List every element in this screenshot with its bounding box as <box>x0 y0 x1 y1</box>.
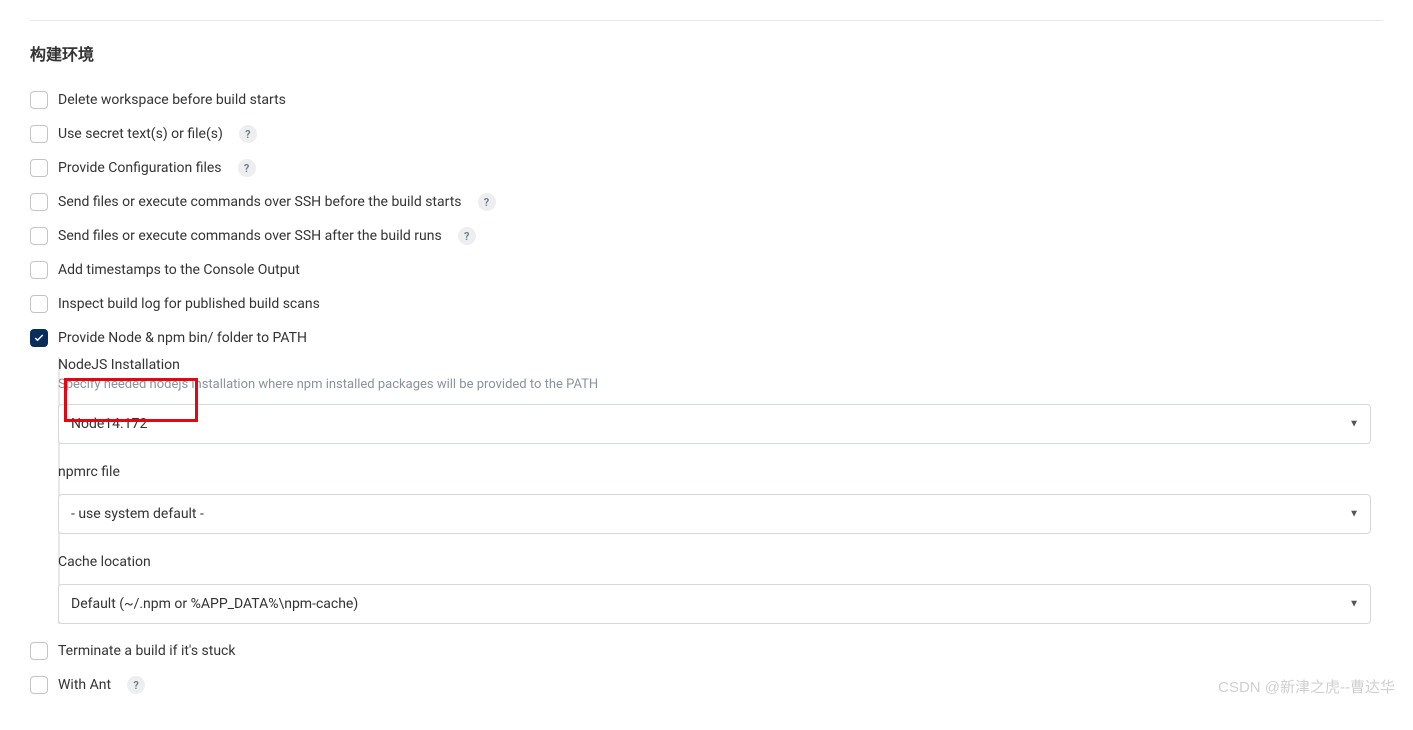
cache-location-label: Cache location <box>58 554 1371 570</box>
section-title: 构建环境 <box>30 41 1383 65</box>
cache-location-select-wrap: Default (~/.npm or %APP_DATA%\npm-cache)… <box>58 584 1371 624</box>
checkbox-ssh-before[interactable] <box>30 193 48 211</box>
checkbox-label: With Ant <box>58 677 111 693</box>
checkbox-provide-node[interactable] <box>30 329 48 347</box>
help-icon[interactable]: ? <box>458 227 476 245</box>
checkbox-label: Send files or execute commands over SSH … <box>58 194 462 210</box>
nodejs-installation-desc: Specify needed nodejs installation where… <box>58 377 1371 392</box>
nodejs-installation-select[interactable]: Node14.172 <box>58 404 1371 444</box>
checkbox-row-terminate-stuck: Terminate a build if it's stuck <box>30 642 1383 660</box>
checkbox-ssh-after[interactable] <box>30 227 48 245</box>
checkbox-row-ssh-before: Send files or execute commands over SSH … <box>30 193 1383 211</box>
cache-location-select[interactable]: Default (~/.npm or %APP_DATA%\npm-cache) <box>58 584 1371 624</box>
checkbox-row-with-ant: With Ant ? <box>30 676 1383 694</box>
checkbox-use-secret[interactable] <box>30 125 48 143</box>
npmrc-select-wrap: - use system default - ▼ <box>58 494 1371 534</box>
checkbox-provide-config[interactable] <box>30 159 48 177</box>
checkbox-label: Provide Node & npm bin/ folder to PATH <box>58 330 307 346</box>
checkbox-delete-workspace[interactable] <box>30 91 48 109</box>
checkbox-label: Add timestamps to the Console Output <box>58 262 300 278</box>
nodejs-installation-select-wrap: Node14.172 ▼ <box>58 404 1371 444</box>
checkbox-add-timestamps[interactable] <box>30 261 48 279</box>
checkbox-terminate-stuck[interactable] <box>30 642 48 660</box>
checkbox-label: Provide Configuration files <box>58 160 222 176</box>
help-icon[interactable]: ? <box>127 676 145 694</box>
help-icon[interactable]: ? <box>478 193 496 211</box>
section-divider <box>30 20 1383 21</box>
checkbox-label: Inspect build log for published build sc… <box>58 296 320 312</box>
nodejs-installation-label: NodeJS Installation <box>58 357 1371 373</box>
checkbox-row-ssh-after: Send files or execute commands over SSH … <box>30 227 1383 245</box>
checkbox-row-inspect-log: Inspect build log for published build sc… <box>30 295 1383 313</box>
checkbox-label: Send files or execute commands over SSH … <box>58 228 442 244</box>
checkbox-with-ant[interactable] <box>30 676 48 694</box>
checkbox-label: Delete workspace before build starts <box>58 92 286 108</box>
npmrc-select[interactable]: - use system default - <box>58 494 1371 534</box>
npmrc-label: npmrc file <box>58 464 1371 480</box>
checkbox-row-provide-node: Provide Node & npm bin/ folder to PATH <box>30 329 1383 347</box>
node-sub-panel: NodeJS Installation Specify needed nodej… <box>58 357 1383 624</box>
checkbox-row-provide-config: Provide Configuration files ? <box>30 159 1383 177</box>
checkbox-row-use-secret: Use secret text(s) or file(s) ? <box>30 125 1383 143</box>
help-icon[interactable]: ? <box>239 125 257 143</box>
checkbox-row-delete-workspace: Delete workspace before build starts <box>30 91 1383 109</box>
checkbox-label: Use secret text(s) or file(s) <box>58 126 223 142</box>
checkbox-inspect-log[interactable] <box>30 295 48 313</box>
checkbox-row-add-timestamps: Add timestamps to the Console Output <box>30 261 1383 279</box>
checkbox-label: Terminate a build if it's stuck <box>58 643 235 659</box>
help-icon[interactable]: ? <box>238 159 256 177</box>
